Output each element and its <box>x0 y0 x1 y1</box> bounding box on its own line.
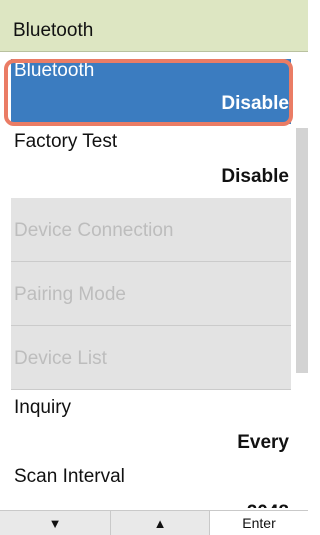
settings-list: Bluetooth Disable Factory Test Disable D… <box>0 52 296 508</box>
item-label: Device Connection <box>14 220 174 241</box>
list-item-factory-test[interactable]: Factory Test Disable <box>11 124 291 198</box>
scrollbar[interactable] <box>296 128 308 373</box>
enter-button[interactable]: Enter <box>210 511 308 535</box>
triangle-down-icon: ▼ <box>48 515 62 531</box>
footer-bar: ▼ ▲ Enter <box>0 510 308 535</box>
header-bar: Bluetooth <box>0 0 308 52</box>
page-title: Bluetooth <box>13 20 94 41</box>
list-item-inquiry[interactable]: Inquiry Every <box>11 390 291 458</box>
item-label: Device List <box>14 348 107 369</box>
scroll-down-button[interactable]: ▼ <box>0 511 111 535</box>
item-value: Every <box>237 432 289 453</box>
list-item-device-list: Device List <box>11 326 291 390</box>
item-value: Disable <box>221 166 289 187</box>
item-label: Bluetooth <box>14 60 95 81</box>
item-label: Factory Test <box>14 131 118 152</box>
list-item-scan-interval[interactable]: Scan Interval 2048 <box>11 458 291 508</box>
scroll-up-button[interactable]: ▲ <box>111 511 210 535</box>
item-label: Pairing Mode <box>14 284 126 305</box>
list-item-bluetooth[interactable]: Bluetooth Disable <box>11 59 291 124</box>
item-value: Disable <box>221 93 289 114</box>
item-label: Scan Interval <box>14 466 125 487</box>
list-item-pairing-mode: Pairing Mode <box>11 262 291 326</box>
triangle-up-icon: ▲ <box>153 515 167 531</box>
enter-label: Enter <box>242 515 276 531</box>
item-label: Inquiry <box>14 397 72 418</box>
item-value: 2048 <box>247 502 289 508</box>
list-item-device-connection: Device Connection <box>11 198 291 262</box>
